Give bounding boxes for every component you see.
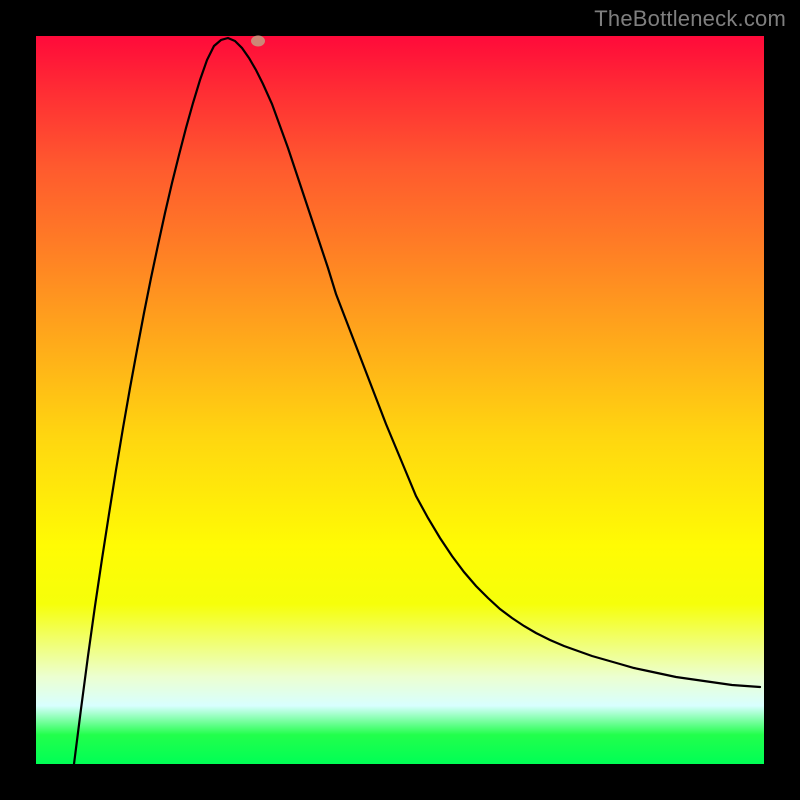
bottleneck-chart: TheBottleneck.com	[0, 0, 800, 800]
bottleneck-curve	[36, 36, 764, 764]
minimum-marker	[251, 36, 265, 47]
curve-path	[74, 38, 760, 764]
plot-area	[36, 36, 764, 764]
attribution-text: TheBottleneck.com	[594, 6, 786, 32]
